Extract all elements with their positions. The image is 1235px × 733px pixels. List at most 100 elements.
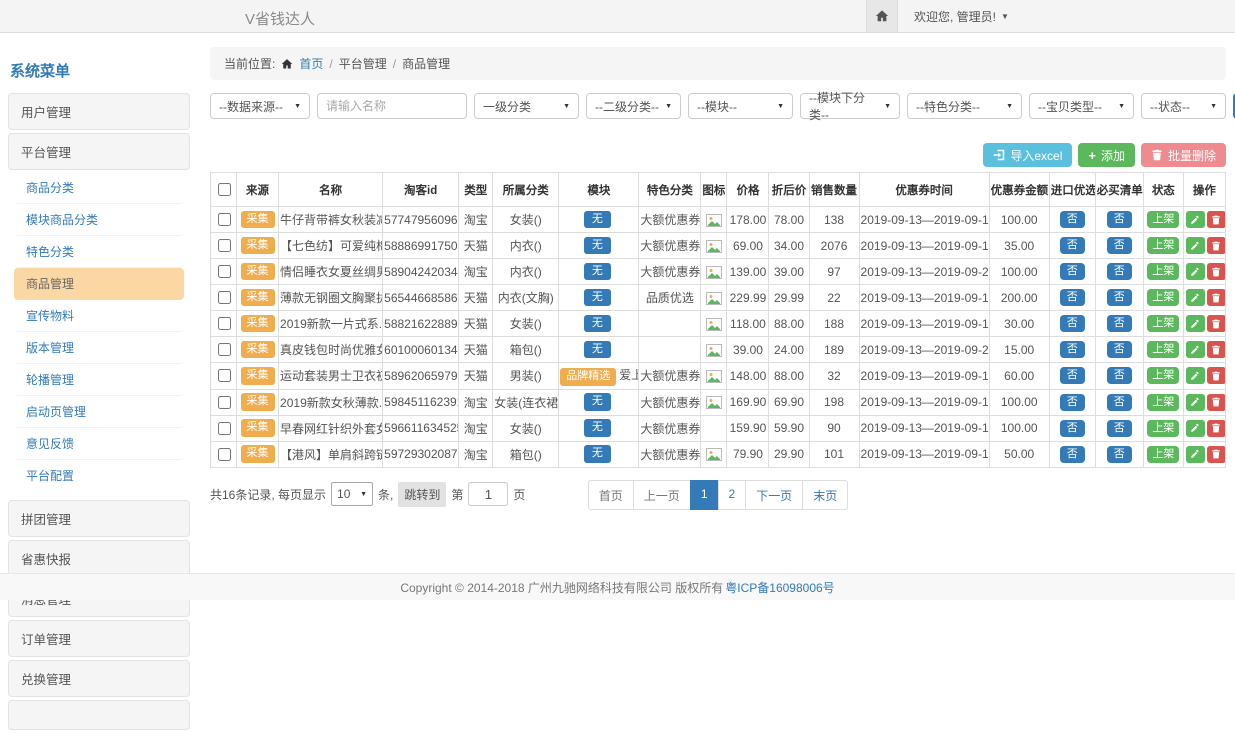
filter-select[interactable]: 一级分类 ▼ xyxy=(474,93,579,119)
filter-select[interactable]: --模块-- ▼ xyxy=(688,93,793,119)
edit-button[interactable] xyxy=(1186,341,1205,358)
status-button[interactable]: 上架 xyxy=(1147,315,1179,332)
page-number-input[interactable] xyxy=(468,482,508,506)
imported-toggle[interactable]: 否 xyxy=(1060,211,1085,228)
sidebar-group-header[interactable]: 省惠快报 xyxy=(8,540,190,577)
delete-button[interactable] xyxy=(1207,394,1226,411)
sidebar-subitem[interactable]: 特色分类 xyxy=(14,236,184,268)
sidebar-group-header[interactable]: 用户管理 xyxy=(8,93,190,130)
status-button[interactable]: 上架 xyxy=(1147,446,1179,463)
pager-button[interactable]: 1 xyxy=(690,480,719,510)
imported-toggle[interactable]: 否 xyxy=(1060,394,1085,411)
delete-button[interactable] xyxy=(1207,420,1226,437)
row-checkbox[interactable] xyxy=(218,265,231,278)
row-checkbox[interactable] xyxy=(218,343,231,356)
icp-link[interactable]: 粤ICP备16098006号 xyxy=(725,579,834,596)
sidebar-subitem[interactable]: 意见反馈 xyxy=(14,428,184,460)
delete-button[interactable] xyxy=(1207,237,1226,254)
pager-button[interactable]: 末页 xyxy=(802,480,848,510)
filter-select[interactable]: --二级分类-- ▼ xyxy=(586,93,681,119)
must-buy-toggle[interactable]: 否 xyxy=(1107,394,1132,411)
filter-select[interactable]: --宝贝类型-- ▼ xyxy=(1029,93,1134,119)
row-checkbox[interactable] xyxy=(218,369,231,382)
row-checkbox[interactable] xyxy=(218,396,231,409)
row-checkbox[interactable] xyxy=(218,448,231,461)
imported-toggle[interactable]: 否 xyxy=(1060,341,1085,358)
must-buy-toggle[interactable]: 否 xyxy=(1107,237,1132,254)
sidebar-subitem[interactable]: 模块商品分类 xyxy=(14,204,184,236)
imported-toggle[interactable]: 否 xyxy=(1060,289,1085,306)
status-button[interactable]: 上架 xyxy=(1147,263,1179,280)
imported-toggle[interactable]: 否 xyxy=(1060,315,1085,332)
row-checkbox[interactable] xyxy=(218,422,231,435)
must-buy-toggle[interactable]: 否 xyxy=(1107,211,1132,228)
filter-select[interactable]: --状态-- ▼ xyxy=(1141,93,1226,119)
filter-select[interactable]: --模块下分类-- ▼ xyxy=(800,93,900,119)
row-checkbox[interactable] xyxy=(218,317,231,330)
sidebar-group-header[interactable]: 平台管理 xyxy=(8,133,190,170)
pager-button[interactable]: 上一页 xyxy=(633,480,691,510)
must-buy-toggle[interactable]: 否 xyxy=(1107,289,1132,306)
must-buy-toggle[interactable]: 否 xyxy=(1107,420,1132,437)
delete-button[interactable] xyxy=(1207,315,1226,332)
sidebar-group-header[interactable]: 兑换管理 xyxy=(8,660,190,697)
user-menu[interactable]: 欢迎您, 管理员! ▼ xyxy=(898,0,1025,32)
edit-button[interactable] xyxy=(1186,237,1205,254)
status-button[interactable]: 上架 xyxy=(1147,420,1179,437)
delete-button[interactable] xyxy=(1207,211,1226,228)
delete-button[interactable] xyxy=(1207,341,1226,358)
sidebar-subitem[interactable]: 启动页管理 xyxy=(14,396,184,428)
delete-button[interactable] xyxy=(1207,289,1226,306)
edit-button[interactable] xyxy=(1186,211,1205,228)
edit-button[interactable] xyxy=(1186,420,1205,437)
sidebar-group-header[interactable]: 订单管理 xyxy=(8,620,190,657)
edit-button[interactable] xyxy=(1186,446,1205,463)
must-buy-toggle[interactable]: 否 xyxy=(1107,446,1132,463)
must-buy-toggle[interactable]: 否 xyxy=(1107,263,1132,280)
home-button[interactable] xyxy=(866,0,898,32)
pager-button[interactable]: 下一页 xyxy=(745,480,803,510)
delete-button[interactable] xyxy=(1207,263,1226,280)
status-button[interactable]: 上架 xyxy=(1147,211,1179,228)
edit-button[interactable] xyxy=(1186,289,1205,306)
status-button[interactable]: 上架 xyxy=(1147,341,1179,358)
row-checkbox[interactable] xyxy=(218,213,231,226)
row-checkbox[interactable] xyxy=(218,239,231,252)
status-button[interactable]: 上架 xyxy=(1147,367,1179,384)
imported-toggle[interactable]: 否 xyxy=(1060,446,1085,463)
sidebar-group-header[interactable] xyxy=(8,700,190,730)
sidebar-subitem[interactable]: 轮播管理 xyxy=(14,364,184,396)
import-excel-button[interactable]: 导入excel xyxy=(983,143,1072,167)
sidebar-subitem[interactable]: 平台配置 xyxy=(14,460,184,491)
row-checkbox[interactable] xyxy=(218,291,231,304)
sidebar-subitem[interactable]: 宣传物料 xyxy=(14,300,184,332)
add-button[interactable]: + 添加 xyxy=(1078,143,1135,167)
filter-select[interactable]: --特色分类-- ▼ xyxy=(907,93,1022,119)
edit-button[interactable] xyxy=(1186,394,1205,411)
pager-button[interactable]: 首页 xyxy=(588,480,634,510)
pager-button[interactable]: 2 xyxy=(718,480,747,510)
name-search-input[interactable] xyxy=(317,93,467,119)
breadcrumb-home-link[interactable]: 首页 xyxy=(299,55,323,72)
status-button[interactable]: 上架 xyxy=(1147,394,1179,411)
sidebar-subitem[interactable]: 版本管理 xyxy=(14,332,184,364)
imported-toggle[interactable]: 否 xyxy=(1060,263,1085,280)
select-all-checkbox[interactable] xyxy=(218,183,231,196)
imported-toggle[interactable]: 否 xyxy=(1060,367,1085,384)
edit-button[interactable] xyxy=(1186,263,1205,280)
filter-select[interactable]: --数据来源-- ▼ xyxy=(210,93,310,119)
status-button[interactable]: 上架 xyxy=(1147,289,1179,306)
sidebar-group-header[interactable]: 拼团管理 xyxy=(8,500,190,537)
imported-toggle[interactable]: 否 xyxy=(1060,237,1085,254)
delete-button[interactable] xyxy=(1207,367,1226,384)
must-buy-toggle[interactable]: 否 xyxy=(1107,315,1132,332)
must-buy-toggle[interactable]: 否 xyxy=(1107,341,1132,358)
per-page-select[interactable]: 10 ▼ xyxy=(331,482,373,506)
edit-button[interactable] xyxy=(1186,315,1205,332)
batch-delete-button[interactable]: 批量删除 xyxy=(1141,143,1226,167)
sidebar-subitem[interactable]: 商品分类 xyxy=(14,172,184,204)
edit-button[interactable] xyxy=(1186,367,1205,384)
sidebar-subitem[interactable]: 商品管理 xyxy=(14,268,184,300)
status-button[interactable]: 上架 xyxy=(1147,237,1179,254)
imported-toggle[interactable]: 否 xyxy=(1060,420,1085,437)
